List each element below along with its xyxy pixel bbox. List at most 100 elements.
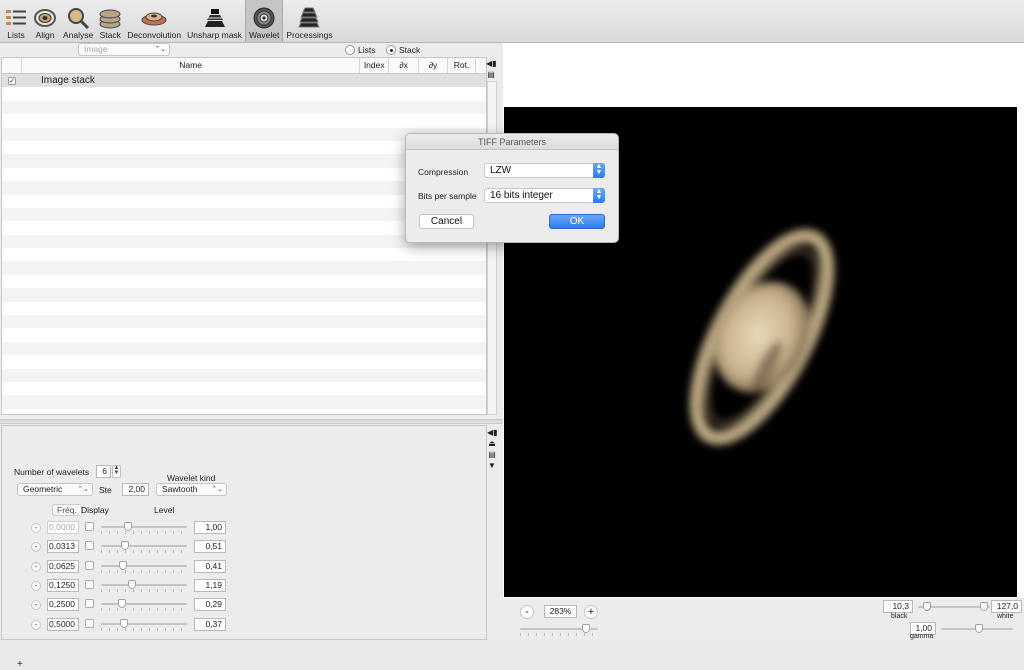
- panel-splitter[interactable]: [0, 419, 503, 424]
- bits-per-sample-select[interactable]: 16 bits integer ▲ ▼: [484, 188, 605, 203]
- zoom-field[interactable]: 283%: [544, 605, 577, 618]
- toolbar-lists-label: Lists: [7, 30, 25, 40]
- toolbar-analyse-button[interactable]: Analyse: [60, 0, 96, 42]
- remove-wavelet-button[interactable]: -: [31, 600, 41, 611]
- collapse-left-icon[interactable]: ◀▮: [486, 59, 497, 68]
- wavelet-kind-select[interactable]: Sawtooth ⌃⌄: [156, 483, 227, 496]
- eject-down-icon[interactable]: ▼: [487, 461, 497, 470]
- display-checkbox[interactable]: [85, 541, 94, 551]
- toolbar-unsharp-mask-button[interactable]: Unsharp mask: [184, 0, 245, 42]
- black-level-field[interactable]: 10,3: [883, 600, 913, 613]
- level-slider-knob[interactable]: [124, 522, 132, 531]
- level-field[interactable]: 0,41: [194, 559, 226, 573]
- toolbar-wavelet-label: Wavelet: [248, 30, 280, 40]
- level-field[interactable]: 1,00: [194, 521, 226, 534]
- col-dy[interactable]: ∂y: [419, 58, 449, 73]
- wavelet-panel: ◀▮ ⏏ ▤ ▼ Number of wavelets 6 ▲ ▼ Wavelet…: [1, 425, 498, 670]
- frequency-field[interactable]: 0,1250: [47, 578, 79, 592]
- level-slider[interactable]: [101, 541, 187, 554]
- level-slider-knob[interactable]: [128, 579, 136, 589]
- toolbar-processings-button[interactable]: Processings: [283, 0, 335, 42]
- table-scrollbar[interactable]: [487, 81, 497, 415]
- display-checkbox[interactable]: [85, 522, 94, 531]
- image-select[interactable]: Image ⌃⌄: [78, 43, 170, 56]
- zoom-in-button[interactable]: +: [584, 605, 598, 619]
- number-of-wavelets-field[interactable]: 6: [96, 465, 111, 478]
- col-extra: [476, 58, 486, 73]
- level-slider[interactable]: [101, 560, 187, 573]
- collapse-left-icon[interactable]: ◀▮: [487, 428, 498, 437]
- radio-lists-label: Lists: [358, 45, 376, 55]
- toolbar-wavelet-button[interactable]: Wavelet: [244, 0, 284, 42]
- gamma-knob[interactable]: [975, 624, 983, 633]
- row-checkbox[interactable]: ✓: [8, 77, 16, 86]
- freq-header-button[interactable]: Fréq.: [52, 504, 82, 516]
- level-field[interactable]: 0,51: [194, 540, 226, 554]
- level-field[interactable]: 1,19: [194, 578, 226, 592]
- col-name[interactable]: Name: [22, 58, 361, 73]
- compression-select[interactable]: LZW ▲ ▼: [484, 163, 605, 178]
- level-slider[interactable]: [101, 599, 187, 612]
- scale-type-select[interactable]: Geometric ⌃⌄: [17, 483, 93, 496]
- zoom-out-button[interactable]: -: [520, 605, 534, 619]
- white-level-field[interactable]: 127,0: [991, 600, 1022, 613]
- level-slider-knob[interactable]: [121, 541, 129, 551]
- toolbar-stack-button[interactable]: Stack: [96, 0, 124, 42]
- unsharp-mask-icon: [204, 9, 225, 27]
- white-label: white: [997, 613, 1014, 620]
- black-knob[interactable]: [923, 602, 931, 611]
- eject-icon[interactable]: ⏏: [487, 439, 497, 448]
- frequency-field[interactable]: 0,0000: [47, 521, 79, 534]
- table-row: [2, 114, 486, 127]
- ok-button[interactable]: OK: [549, 214, 605, 229]
- frequency-field[interactable]: 0,5000: [47, 617, 79, 631]
- display-checkbox[interactable]: [85, 579, 94, 589]
- col-index[interactable]: Index: [360, 58, 390, 73]
- list-view-icon[interactable]: ▤: [486, 70, 496, 79]
- remove-wavelet-button[interactable]: -: [31, 542, 41, 553]
- col-rot[interactable]: Rot.: [448, 58, 476, 73]
- radio-lists[interactable]: Lists: [345, 45, 375, 55]
- table-row: [2, 328, 486, 341]
- add-wavelet-plus[interactable]: +: [17, 659, 23, 670]
- toolbar-lists-button[interactable]: Lists: [2, 0, 30, 42]
- display-checkbox[interactable]: [85, 560, 94, 570]
- level-slider-knob[interactable]: [120, 618, 128, 628]
- remove-wavelet-button[interactable]: -: [31, 580, 41, 591]
- level-slider[interactable]: [101, 618, 187, 631]
- remove-wavelet-button[interactable]: -: [31, 561, 41, 572]
- radio-stack[interactable]: Stack: [386, 45, 420, 55]
- white-knob[interactable]: [980, 602, 988, 611]
- frequency-field[interactable]: 0,2500: [47, 598, 79, 612]
- level-slider-knob[interactable]: [119, 560, 127, 570]
- remove-wavelet-button[interactable]: -: [31, 523, 41, 533]
- radio-circle-selected: [386, 45, 396, 55]
- gamma-slider[interactable]: [941, 624, 1013, 634]
- display-checkbox[interactable]: [85, 599, 94, 609]
- image-select-value: Image: [84, 44, 108, 54]
- zoom-slider-knob[interactable]: [582, 624, 590, 633]
- level-field[interactable]: 0,37: [194, 617, 226, 631]
- col-check: [2, 58, 22, 73]
- level-slider[interactable]: [101, 522, 187, 534]
- col-dx[interactable]: ∂x: [389, 58, 420, 73]
- level-slider[interactable]: [101, 579, 187, 592]
- frequency-field[interactable]: 0,0313: [47, 540, 79, 554]
- number-of-wavelets-stepper[interactable]: ▲ ▼: [112, 465, 121, 478]
- row-check-cell[interactable]: ✓: [2, 75, 22, 86]
- toolbar-align-button[interactable]: Align: [30, 0, 60, 42]
- level-slider-knob[interactable]: [118, 599, 126, 609]
- deconvolution-icon: [141, 12, 167, 26]
- level-field[interactable]: 0,29: [194, 598, 226, 612]
- cancel-button[interactable]: Cancel: [419, 214, 474, 229]
- display-checkbox[interactable]: [85, 618, 94, 628]
- frequency-field[interactable]: 0,0625: [47, 559, 79, 573]
- step-field[interactable]: 2,00: [122, 483, 149, 496]
- black-white-slider[interactable]: [918, 602, 990, 612]
- zoom-slider[interactable]: [520, 624, 598, 636]
- toolbar-deconvolution-button[interactable]: Deconvolution: [124, 0, 184, 42]
- list-view-icon[interactable]: ▤: [487, 450, 497, 459]
- table-row[interactable]: ✓ Image stack: [2, 74, 486, 88]
- remove-wavelet-button[interactable]: -: [31, 619, 41, 630]
- wavelet-kind-label: Wavelet kind: [167, 473, 216, 483]
